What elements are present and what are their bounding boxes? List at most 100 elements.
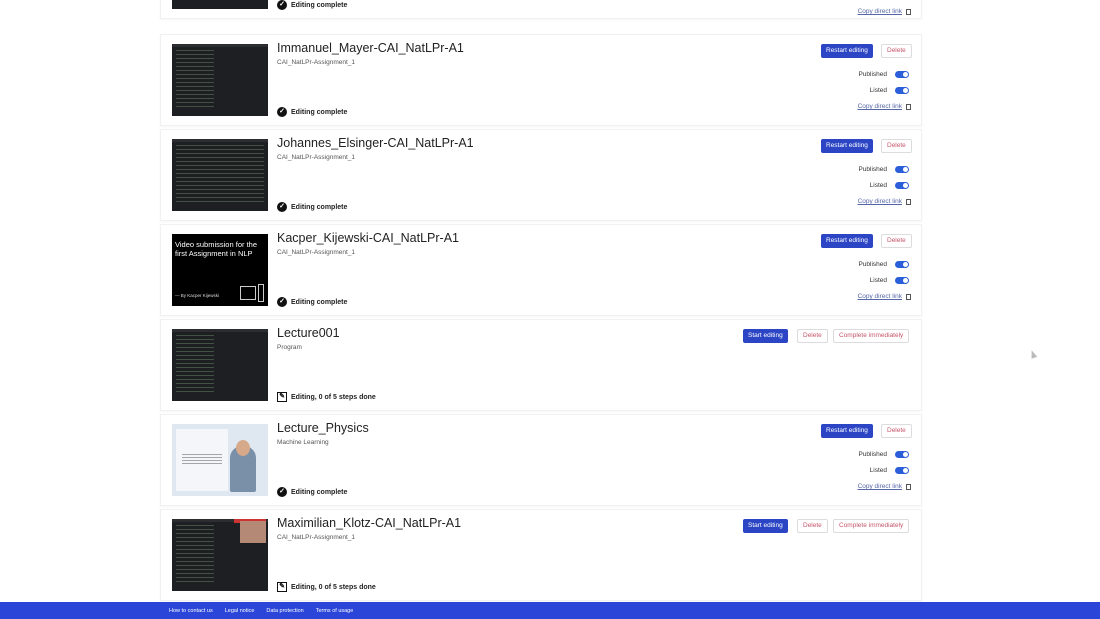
check-circle-icon: ✓ bbox=[277, 297, 287, 307]
video-thumbnail[interactable] bbox=[172, 329, 268, 401]
video-thumbnail[interactable] bbox=[172, 0, 268, 9]
editing-status: ✓ Editing complete bbox=[277, 487, 347, 497]
delete-button[interactable]: Delete bbox=[881, 139, 912, 153]
published-label: Published bbox=[858, 261, 887, 268]
published-toggle[interactable] bbox=[895, 451, 909, 458]
thumb-code bbox=[176, 50, 214, 110]
thumb-code bbox=[176, 0, 264, 3]
copy-link-label: Copy direct link bbox=[857, 103, 902, 110]
video-title[interactable]: Immanuel_Mayer-CAI_NatLPr-A1 bbox=[277, 41, 464, 55]
status-text: Editing complete bbox=[291, 1, 348, 9]
published-label: Published bbox=[858, 451, 887, 458]
published-toggle[interactable] bbox=[895, 261, 909, 268]
copy-link-label: Copy direct link bbox=[857, 198, 902, 205]
listed-label: Listed bbox=[869, 277, 887, 284]
video-card: Immanuel_Mayer-CAI_NatLPr-A1 CAI_NatLPr-… bbox=[160, 34, 922, 126]
published-toggle[interactable] bbox=[895, 166, 909, 173]
check-circle-icon: ✓ bbox=[277, 0, 287, 10]
published-row: Published bbox=[858, 451, 909, 458]
footer-terms-link[interactable]: Terms of usage bbox=[316, 608, 354, 614]
published-row: Published bbox=[858, 71, 909, 78]
delete-button[interactable]: Delete bbox=[881, 44, 912, 58]
listed-row: Listed bbox=[870, 87, 909, 94]
video-thumbnail[interactable] bbox=[172, 519, 268, 591]
published-row: Published bbox=[858, 166, 909, 173]
footer-privacy-link[interactable]: Data protection bbox=[266, 608, 303, 614]
check-circle-icon: ✓ bbox=[277, 202, 287, 212]
start-editing-button[interactable]: Start editing bbox=[743, 519, 788, 533]
listed-row: Listed bbox=[870, 467, 909, 474]
video-series: Program bbox=[277, 344, 302, 351]
listed-row: Listed bbox=[870, 277, 909, 284]
video-thumbnail[interactable] bbox=[172, 44, 268, 116]
video-thumbnail[interactable] bbox=[172, 139, 268, 211]
video-series: CAI_NatLPr-Assignment_1 bbox=[277, 59, 356, 66]
copy-direct-link[interactable]: Copy direct link bbox=[858, 8, 911, 15]
video-card: ✓ Editing complete Copy direct link bbox=[160, 0, 922, 19]
editing-status: ✓ Editing complete bbox=[277, 297, 347, 307]
footer: How to contact us Legal notice Data prot… bbox=[0, 602, 1100, 619]
complete-immediately-button[interactable]: Complete immediately bbox=[833, 519, 910, 533]
thumb-slide-text bbox=[182, 454, 222, 464]
copy-icon bbox=[906, 8, 911, 15]
copy-link-label: Copy direct link bbox=[857, 293, 902, 300]
thumb-titlebar bbox=[172, 44, 268, 47]
editing-status: ✓ Editing complete bbox=[277, 107, 347, 117]
video-series: CAI_NatLPr-Assignment_1 bbox=[277, 154, 356, 161]
status-text: Editing complete bbox=[291, 488, 348, 496]
editing-status: ✓ Editing complete bbox=[277, 202, 347, 212]
footer-contact-link[interactable]: How to contact us bbox=[169, 608, 213, 614]
restart-editing-button[interactable]: Restart editing bbox=[821, 44, 873, 58]
thumb-speaker-head bbox=[236, 440, 250, 456]
thumb-slide-title: Video submission for the first Assignmen… bbox=[175, 240, 257, 258]
status-text: Editing, 0 of 5 steps done bbox=[291, 393, 376, 401]
copy-icon bbox=[906, 293, 911, 300]
video-title[interactable]: Johannes_Elsinger-CAI_NatLPr-A1 bbox=[277, 136, 474, 150]
status-text: Editing, 0 of 5 steps done bbox=[291, 583, 376, 591]
video-card: Lecture001 Program ✎ Editing, 0 of 5 ste… bbox=[160, 319, 922, 411]
delete-button[interactable]: Delete bbox=[881, 234, 912, 248]
listed-row: Listed bbox=[870, 182, 909, 189]
copy-direct-link[interactable]: Copy direct link bbox=[858, 483, 911, 490]
video-title[interactable]: Lecture_Physics bbox=[277, 421, 369, 435]
published-label: Published bbox=[858, 166, 887, 173]
video-card: Johannes_Elsinger-CAI_NatLPr-A1 CAI_NatL… bbox=[160, 129, 922, 221]
listed-label: Listed bbox=[869, 467, 887, 474]
status-text: Editing complete bbox=[291, 203, 348, 211]
copy-direct-link[interactable]: Copy direct link bbox=[858, 198, 911, 205]
copy-icon bbox=[906, 198, 911, 205]
check-circle-icon: ✓ bbox=[277, 107, 287, 117]
video-title[interactable]: Lecture001 bbox=[277, 326, 340, 340]
listed-toggle[interactable] bbox=[895, 87, 909, 94]
video-thumbnail[interactable]: Video submission for the first Assignmen… bbox=[172, 234, 268, 306]
video-series: Machine Learning bbox=[277, 439, 329, 446]
video-title[interactable]: Kacper_Kijewski-CAI_NatLPr-A1 bbox=[277, 231, 459, 245]
restart-editing-button[interactable]: Restart editing bbox=[821, 424, 873, 438]
listed-toggle[interactable] bbox=[895, 182, 909, 189]
start-editing-button[interactable]: Start editing bbox=[743, 329, 788, 343]
listed-toggle[interactable] bbox=[895, 467, 909, 474]
copy-link-label: Copy direct link bbox=[857, 483, 902, 490]
copy-direct-link[interactable]: Copy direct link bbox=[858, 103, 911, 110]
copy-direct-link[interactable]: Copy direct link bbox=[858, 293, 911, 300]
restart-editing-button[interactable]: Restart editing bbox=[821, 139, 873, 153]
delete-button[interactable]: Delete bbox=[797, 329, 828, 343]
published-label: Published bbox=[858, 71, 887, 78]
edit-pencil-icon: ✎ bbox=[277, 392, 287, 402]
delete-button[interactable]: Delete bbox=[881, 424, 912, 438]
footer-legal-link[interactable]: Legal notice bbox=[225, 608, 255, 614]
thumb-code bbox=[176, 525, 214, 585]
video-series: CAI_NatLPr-Assignment_1 bbox=[277, 249, 356, 256]
listed-label: Listed bbox=[869, 182, 887, 189]
published-toggle[interactable] bbox=[895, 71, 909, 78]
video-card: Video submission for the first Assignmen… bbox=[160, 224, 922, 316]
restart-editing-button[interactable]: Restart editing bbox=[821, 234, 873, 248]
delete-button[interactable]: Delete bbox=[797, 519, 828, 533]
video-title[interactable]: Maximilian_Klotz-CAI_NatLPr-A1 bbox=[277, 516, 461, 530]
computer-icon bbox=[240, 286, 256, 300]
video-thumbnail[interactable] bbox=[172, 424, 268, 496]
edit-pencil-icon: ✎ bbox=[277, 582, 287, 592]
complete-immediately-button[interactable]: Complete immediately bbox=[833, 329, 910, 343]
listed-toggle[interactable] bbox=[895, 277, 909, 284]
thumb-slide-author: — By Kacper Kijewski bbox=[175, 293, 220, 298]
